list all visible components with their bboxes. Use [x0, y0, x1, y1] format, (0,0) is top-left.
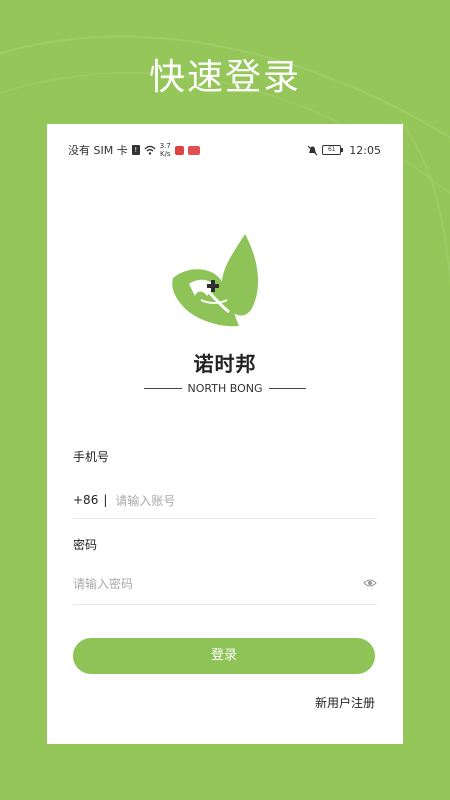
leaf-logo-icon	[172, 234, 259, 327]
password-placeholder: 请输入密码	[73, 576, 134, 591]
brand-name-cn: 诺时邦	[193, 352, 257, 376]
sim-alert-icon: !	[131, 145, 140, 155]
login-card: 没有 SIM 卡 ! 3.7 K/s 61 12:05 诺时邦 NORTH BO…	[47, 124, 403, 744]
eye-icon[interactable]	[363, 578, 377, 588]
login-button[interactable]: 登录	[73, 638, 375, 674]
brand-name-en-row: NORTH BONG	[144, 382, 307, 395]
wifi-icon	[144, 145, 156, 155]
clock: 12:05	[349, 143, 381, 157]
phone-label: 手机号	[73, 450, 110, 464]
password-input[interactable]: 请输入密码	[73, 562, 377, 605]
phone-input[interactable]: +86 | 请输入账号	[73, 482, 377, 519]
app-notification-icon-2	[187, 145, 200, 155]
app-notification-icon	[174, 145, 184, 155]
network-speed: 3.7 K/s	[159, 142, 171, 158]
page-title: 快速登录	[148, 57, 301, 98]
brand-name-en: NORTH BONG	[187, 382, 263, 395]
status-bar: 没有 SIM 卡 ! 3.7 K/s 61 12:05	[68, 142, 381, 158]
phone-placeholder: 请输入账号	[115, 493, 176, 508]
divider	[144, 388, 182, 389]
text-cursor: |	[103, 493, 108, 507]
country-code[interactable]: +86	[73, 493, 98, 507]
battery-icon: 61	[322, 145, 344, 155]
bell-mute-icon	[307, 145, 318, 155]
divider	[268, 388, 307, 389]
register-link[interactable]: 新用户注册	[315, 694, 375, 711]
password-label: 密码	[73, 538, 98, 552]
carrier-text: 没有 SIM 卡	[68, 144, 128, 157]
